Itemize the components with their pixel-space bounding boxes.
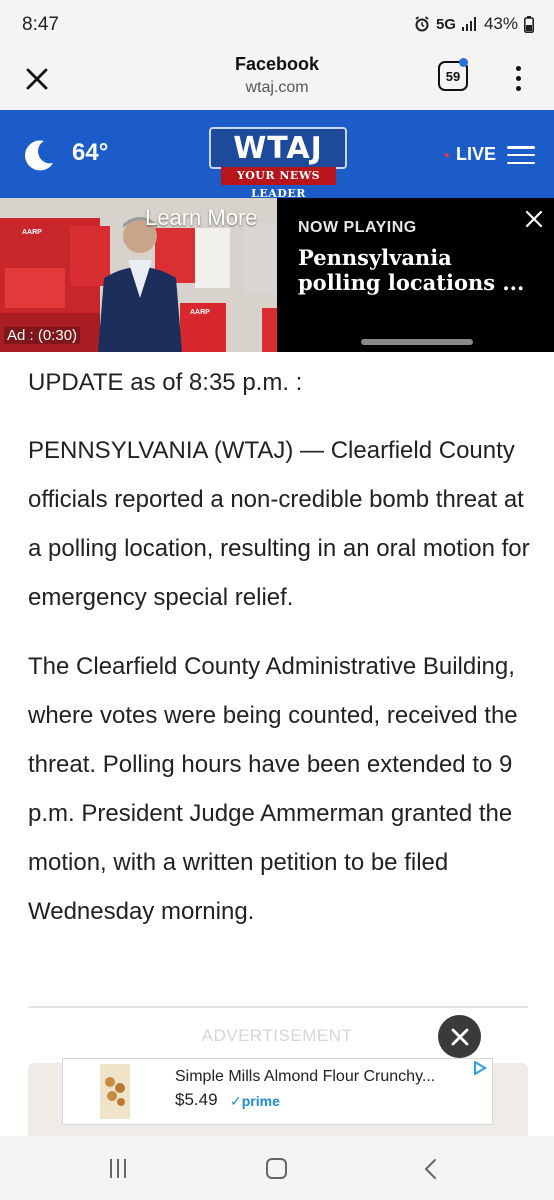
- moon-icon: [20, 137, 56, 178]
- ad-learn-more-link[interactable]: Learn More: [145, 205, 258, 231]
- article-update-line: UPDATE as of 8:35 p.m. :: [28, 369, 303, 396]
- status-time: 8:47: [22, 14, 59, 35]
- site-logo-tagline: YOUR NEWS LEADER: [221, 167, 336, 200]
- ad-brand-text-2: AARP: [190, 309, 210, 316]
- weather-temperature[interactable]: 64°: [72, 139, 108, 167]
- ad-timer: Ad : (0:30): [4, 327, 81, 344]
- close-video-button[interactable]: [522, 207, 546, 231]
- close-icon: [525, 210, 543, 228]
- product-image[interactable]: [100, 1064, 130, 1119]
- video-progress-handle[interactable]: [361, 339, 473, 345]
- home-button[interactable]: [266, 1158, 287, 1179]
- browser-header: Facebook wtaj.com 59: [0, 50, 554, 110]
- browser-source-title: Facebook: [234, 54, 320, 74]
- notification-dot: [459, 58, 468, 67]
- status-bar: 8:47 5G 43%: [0, 0, 554, 50]
- ad-product-price: $5.49: [175, 1090, 218, 1109]
- article-paragraph: The Clearfield County Administrative Bui…: [28, 653, 518, 925]
- now-playing-label: NOW PLAYING: [298, 219, 417, 236]
- more-options-button[interactable]: [506, 60, 530, 96]
- back-button[interactable]: [423, 1158, 439, 1185]
- network-label: 5G: [435, 15, 456, 33]
- article-paragraph: PENNSYLVANIA (WTAJ) — Clearfield County …: [28, 437, 530, 611]
- article-divider: [28, 1006, 528, 1008]
- live-indicator-dot: [445, 153, 449, 157]
- ad-brand-text: AARP: [22, 229, 42, 236]
- status-indicators: 5G 43%: [414, 14, 534, 34]
- live-button[interactable]: LIVE: [456, 144, 496, 165]
- alarm-icon: [414, 16, 430, 32]
- battery-icon: [524, 15, 534, 33]
- browser-url[interactable]: wtaj.com: [0, 79, 554, 97]
- site-logo[interactable]: WTAJ: [209, 127, 347, 169]
- prime-badge: ✓prime: [230, 1093, 280, 1109]
- ad-product-name[interactable]: Simple Mills Almond Flour Crunchy...: [175, 1068, 435, 1086]
- now-playing-title[interactable]: Pennsylvania polling locations ...: [298, 245, 533, 295]
- menu-icon[interactable]: [507, 146, 535, 164]
- adchoices-icon[interactable]: [473, 1060, 487, 1080]
- signal-icon: [461, 17, 478, 31]
- recent-apps-button[interactable]: [110, 1159, 126, 1178]
- close-icon: [451, 1028, 468, 1045]
- phone-screen: 8:47 5G 43% Facebook wtaj.com 59 64° WTA…: [0, 0, 554, 1200]
- chevron-left-icon: [425, 1159, 436, 1179]
- battery-percent: 43%: [483, 14, 518, 33]
- close-ad-button[interactable]: [438, 1015, 481, 1058]
